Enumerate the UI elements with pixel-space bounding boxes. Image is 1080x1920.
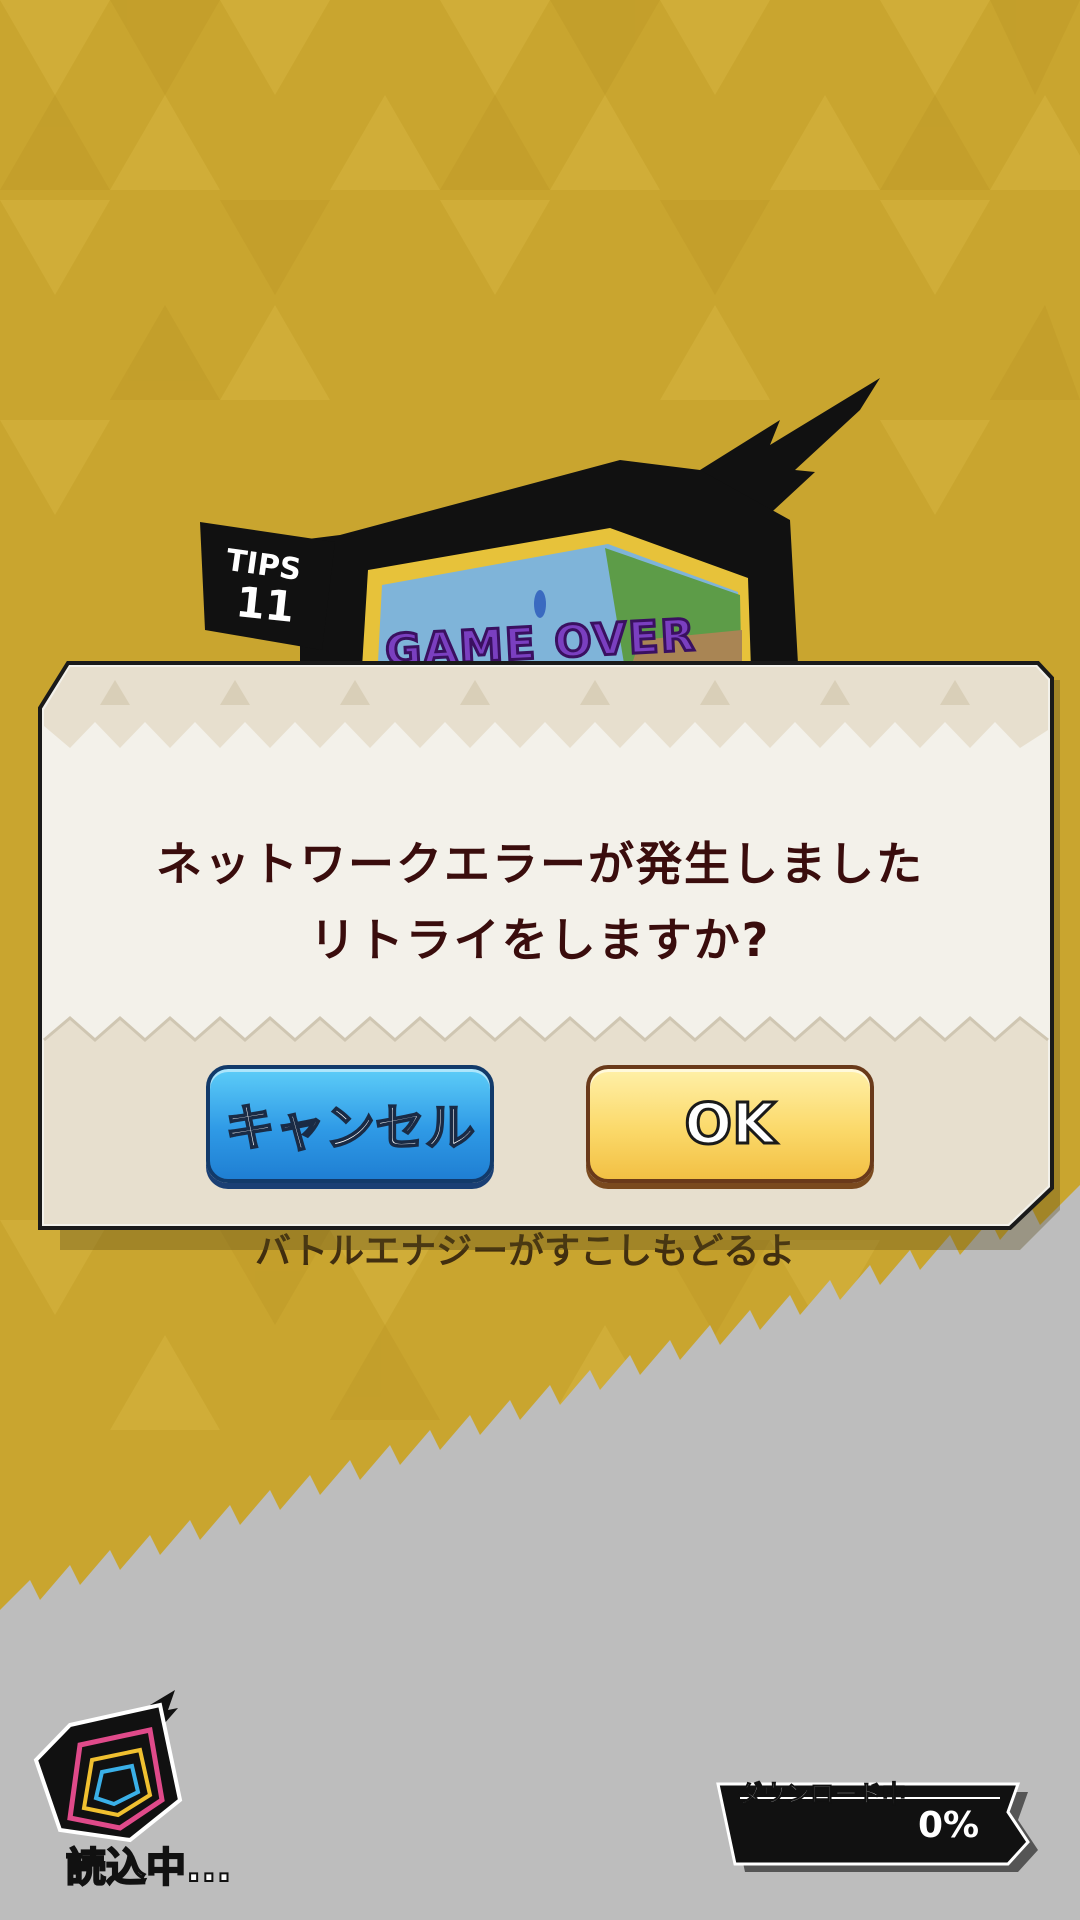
download-label: ダウンロード中 — [738, 1780, 907, 1809]
download-progress-box — [716, 1782, 1038, 1872]
download-percent: 0% — [918, 1805, 980, 1846]
loading-screen: TIPS 11 GAME OVER バトルエナジーがすこしもどるよ ネットワーク… — [0, 0, 1080, 1920]
